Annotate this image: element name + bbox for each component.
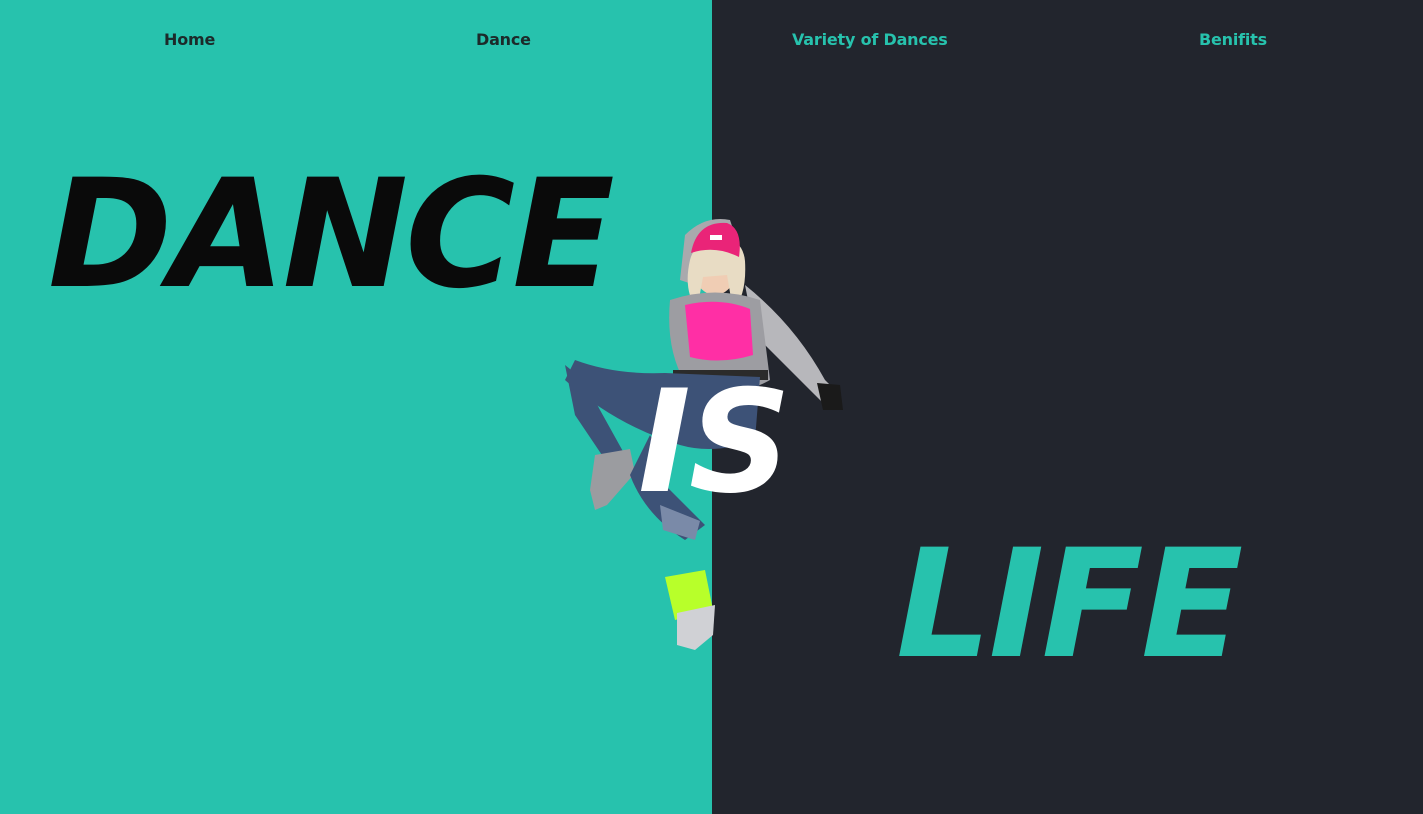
headline-life: LIFE xyxy=(896,518,1243,692)
nav-link-variety-of-dances[interactable]: Variety of Dances xyxy=(792,30,948,49)
nav-link-benefits[interactable]: Benifits xyxy=(1199,30,1267,49)
headline-dance: DANCE xyxy=(48,148,615,322)
nav-link-home[interactable]: Home xyxy=(164,30,215,49)
nav-link-dance[interactable]: Dance xyxy=(476,30,531,49)
headline-is: IS xyxy=(638,360,791,525)
